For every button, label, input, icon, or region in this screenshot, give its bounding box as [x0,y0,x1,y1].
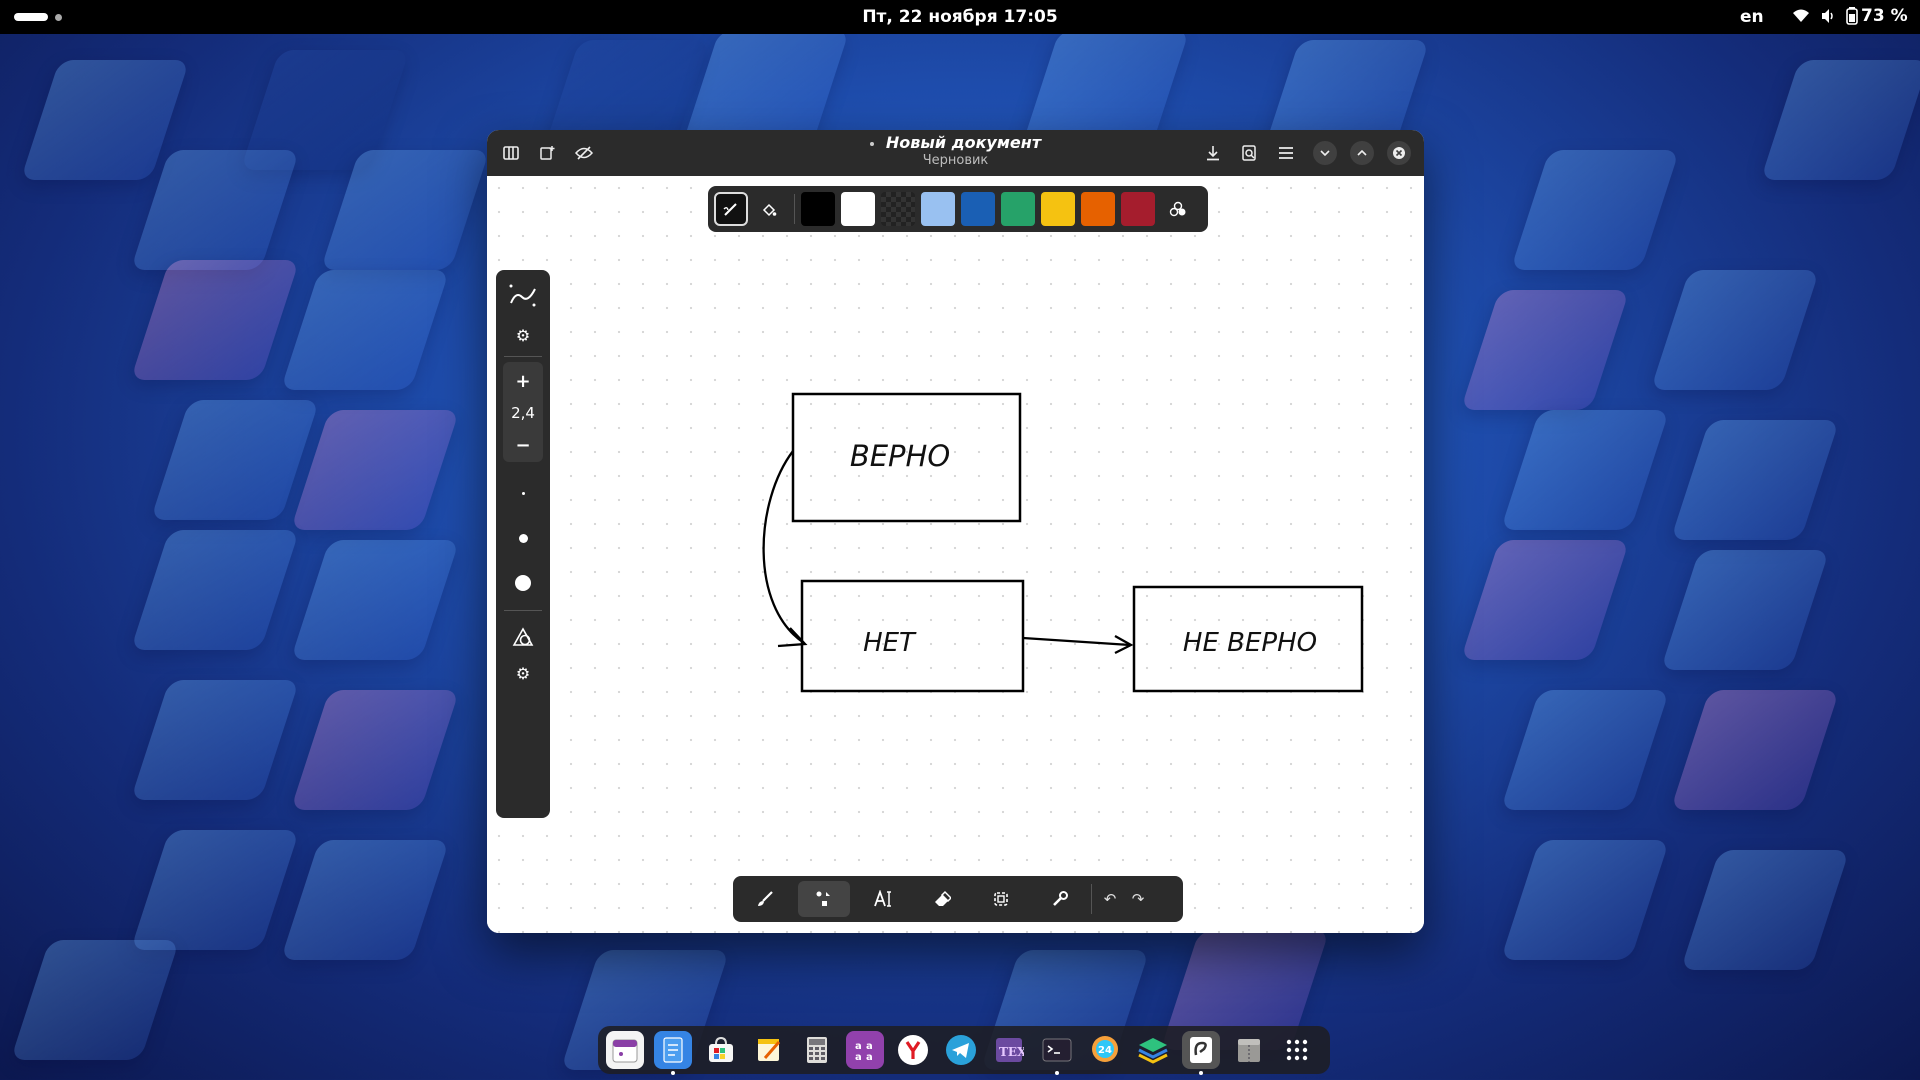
dock-fonts[interactable]: aaaa [846,1031,884,1069]
dock-text-editor[interactable] [654,1031,692,1075]
drawing-canvas[interactable]: ⚙ + 2,4 − ⚙ ВЕРНО НЕТ НЕ ВЕРНО ↶ ↷ [487,176,1424,933]
svg-text:a: a [866,1052,873,1063]
wifi-icon [1793,9,1809,22]
brush-icon [758,891,773,906]
battery-percent: 73 % [1861,6,1908,26]
show-apps-button[interactable] [1278,1031,1316,1069]
svg-text:24: 24 [1098,1045,1112,1056]
yandex-browser-icon [898,1035,928,1065]
chevron-down-icon [1320,150,1330,156]
selector-icon [994,892,1008,906]
shaper-tool-button[interactable] [798,881,850,917]
save-button[interactable] [1199,139,1227,167]
system-status[interactable]: 73 % [1792,6,1908,26]
maximize-button[interactable] [1350,141,1374,165]
app-grid-icon [1286,1039,1308,1061]
close-icon [1393,147,1405,159]
shapes-icon [816,891,830,906]
export-icon [1242,145,1256,161]
unsaved-indicator [869,141,874,146]
close-button[interactable] [1387,141,1411,165]
save-icon [1207,146,1219,161]
export-button[interactable] [1235,139,1263,167]
minimize-button[interactable] [1313,141,1337,165]
wrench-icon [1053,891,1068,906]
curve-arrow[interactable] [762,450,805,644]
svg-text:a: a [855,1041,862,1052]
main-menu-button[interactable] [1272,139,1300,167]
dock-software-store[interactable] [702,1031,740,1069]
menu-icon [1279,147,1293,159]
dock: aaaa TEX 24 [598,1026,1330,1075]
running-indicator [671,1071,675,1075]
store-bag-icon [709,1036,733,1062]
terminal-icon [1042,1038,1072,1062]
dock-terminal[interactable] [1038,1031,1076,1075]
text-icon [874,890,891,907]
straight-arrow[interactable] [1022,636,1131,647]
dock-notes[interactable] [750,1031,788,1069]
battery-icon [1846,7,1858,25]
clock[interactable]: Пт, 22 ноября 17:05 [0,7,1920,27]
svg-text:TEX: TEX [999,1045,1024,1059]
telegram-icon [946,1035,976,1065]
archive-icon [1238,1039,1260,1062]
brush-tool-button[interactable] [739,881,791,917]
dock-rnote[interactable] [1182,1031,1220,1075]
divider [1091,884,1092,914]
running-indicator [1199,1071,1203,1075]
rnote-icon [1190,1037,1212,1063]
top-bar: Пт, 22 ноября 17:05 en 73 % [0,0,1920,34]
eraser-tool-button[interactable] [916,881,968,917]
svg-text:a: a [855,1052,862,1063]
header-bar: Новый документ Черновик [487,130,1424,176]
box-true-label: ВЕРНО [850,439,950,473]
svg-text:a: a [866,1041,873,1052]
notes-icon [758,1039,781,1061]
dock-layers[interactable] [1134,1031,1172,1069]
fonts-icon: a aa a [855,1041,873,1063]
eraser-icon [935,890,951,906]
box-false-label: НЕ ВЕРНО [1183,628,1317,658]
running-indicator [1055,1071,1059,1075]
rnote-window: Новый документ Черновик ⚙ + 2,4 − ⚙ ВЕРН… [487,130,1424,933]
volume-icon [1822,9,1833,23]
chevron-up-icon [1357,150,1367,156]
tools-button[interactable] [1034,881,1086,917]
bitrix24-icon: 24 [1092,1036,1118,1062]
keyboard-layout[interactable]: en [1740,7,1764,27]
layers-icon [1138,1038,1168,1064]
dock-telegram[interactable] [942,1031,980,1069]
redo-button[interactable]: ↷ [1124,881,1152,917]
window-title: Новый документ [885,133,1042,152]
calculator-icon [807,1037,827,1063]
diagram: ВЕРНО НЕТ НЕ ВЕРНО [762,392,1364,693]
typewriter-tool-button[interactable] [857,881,909,917]
dock-yandex-browser[interactable] [894,1031,932,1069]
undo-button[interactable]: ↶ [1096,881,1124,917]
dock-tex-editor[interactable]: TEX [990,1031,1028,1069]
box-no-label: НЕТ [863,628,917,658]
dock-calendar[interactable] [606,1031,644,1069]
dock-archive-manager[interactable] [1230,1031,1268,1069]
dock-bitrix24[interactable]: 24 [1086,1031,1124,1069]
selector-tool-button[interactable] [975,881,1027,917]
dock-calculator[interactable] [798,1031,836,1069]
text-editor-icon [663,1037,683,1063]
tex-icon: TEX [996,1038,1024,1062]
calendar-icon [612,1039,638,1063]
pen-toolbar: ↶ ↷ [733,876,1183,922]
